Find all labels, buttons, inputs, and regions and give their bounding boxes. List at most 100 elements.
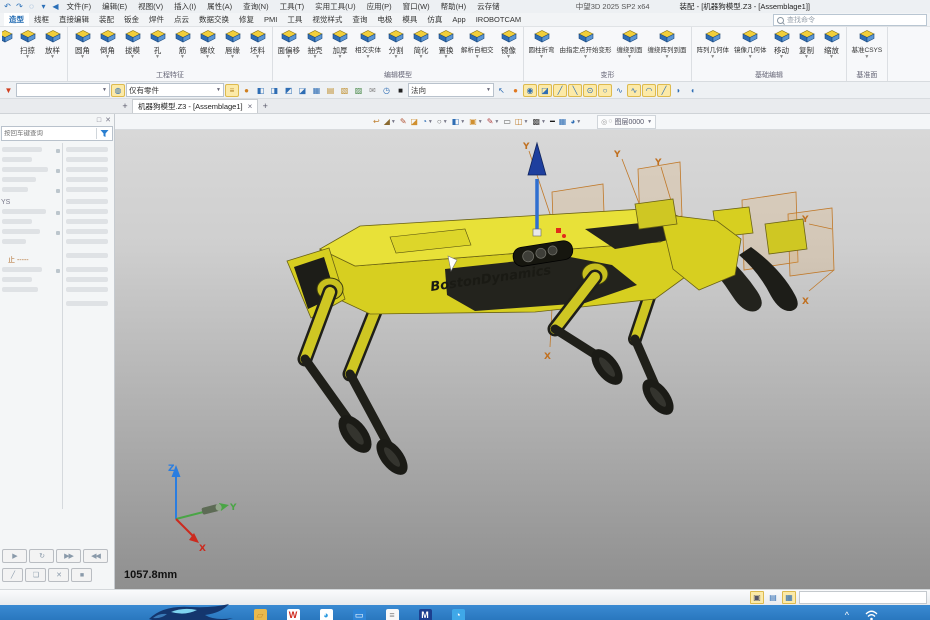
refresh-icon[interactable]: ◌ (26, 0, 37, 13)
wps-icon[interactable]: W (279, 605, 307, 620)
zoom-window-icon[interactable]: ▭ (503, 115, 511, 129)
tree-row-skeleton[interactable] (2, 209, 46, 214)
command-search-box[interactable]: 查找命令 (773, 14, 927, 26)
ribbon-button[interactable]: 相交实体▼ (353, 28, 384, 60)
new-tab-button[interactable]: + (258, 100, 272, 113)
tree-row-skeleton[interactable] (2, 287, 38, 292)
menu-item[interactable]: 视图(V) (133, 0, 169, 13)
tree-row-skeleton[interactable] (66, 253, 108, 258)
select-face-icon[interactable]: ◗ (672, 84, 685, 97)
ribbon-button[interactable]: 唇缘▼ (220, 28, 245, 60)
menu-item[interactable]: 工具(T) (274, 0, 310, 13)
menu-item[interactable]: 实用工具(U) (310, 0, 361, 13)
sketch-line-button[interactable]: ╱ (2, 568, 23, 582)
menu-item[interactable]: 文件(F) (61, 0, 97, 13)
ribbon-button[interactable]: 筋▼ (170, 28, 195, 60)
ribbon-button[interactable]: 镜像▼ (496, 28, 521, 60)
layer-control[interactable]: ◎○ 图层0000 ▼ (597, 115, 656, 129)
loop-play-button[interactable]: ↻ (29, 549, 54, 563)
tree-row-skeleton[interactable] (2, 239, 26, 244)
brush-icon[interactable]: ✎ (400, 115, 407, 129)
ribbon-tab[interactable]: App (447, 13, 470, 26)
ribbon-tab[interactable]: 模具 (397, 13, 422, 26)
document-tab-active[interactable]: 机器狗模型.Z3 - [Assemblage1] × (132, 99, 258, 113)
selection-filter-dropdown[interactable]: ▼ (16, 83, 110, 97)
snap-line2-icon[interactable]: ╲ (568, 84, 582, 97)
tree-row-skeleton[interactable] (66, 209, 108, 214)
wifi-icon[interactable] (865, 610, 878, 620)
menu-item[interactable]: 云存储 (472, 0, 506, 13)
pick-cursor-icon[interactable]: ↖ (495, 84, 508, 97)
wireframe-icon[interactable]: ○▼ (437, 115, 448, 129)
view-orient-icon[interactable]: ◔▼ (422, 115, 433, 129)
ribbon-tab[interactable]: 直接编辑 (54, 13, 94, 26)
tree-row-skeleton[interactable] (66, 167, 108, 172)
tree-item-stop[interactable]: 止 ----- (8, 255, 29, 265)
tree-row-skeleton[interactable] (66, 239, 108, 244)
menu-item[interactable]: 查询(N) (238, 0, 274, 13)
globe-bird-icon[interactable]: ◔ (444, 605, 472, 620)
tree-row-skeleton[interactable] (2, 177, 36, 182)
bulb-icon[interactable]: ◎ (601, 118, 607, 126)
filter-face-icon[interactable]: ◧ (254, 84, 267, 97)
menu-item[interactable]: 属性(A) (202, 0, 238, 13)
menu-item[interactable]: 帮助(H) (435, 0, 471, 13)
shaded-cube-icon[interactable]: ◧▼ (452, 115, 466, 129)
ribbon-button[interactable]: 缠绕到面▼ (614, 28, 645, 60)
ribbon-tab[interactable]: PMI (259, 13, 282, 26)
ribbon-button[interactable]: 螺纹▼ (195, 28, 220, 60)
image-icon[interactable]: ▨ (352, 84, 365, 97)
snap-ring-icon[interactable]: ○ (598, 84, 612, 97)
pick-mode-icon[interactable]: ◢▼ (384, 115, 396, 129)
select-face2-icon[interactable]: ◖ (686, 84, 699, 97)
tree-search-input[interactable] (2, 130, 96, 137)
zw3d-whale-logo[interactable] (143, 603, 238, 620)
orientation-dropdown[interactable]: 法向▼ (408, 83, 494, 97)
lock-icon[interactable]: ● (240, 84, 253, 97)
play-button[interactable]: ▶ (2, 549, 27, 563)
flip-page-button[interactable]: ❏ (25, 568, 46, 582)
frame-icon[interactable]: ▦ (559, 115, 567, 129)
split-view-icon[interactable]: ◫▼ (515, 115, 529, 129)
ribbon-button[interactable]: 缠绕阵列到面▼ (645, 28, 689, 60)
window-tile-icon[interactable]: ▣ (750, 591, 764, 604)
swatch-icon[interactable]: ■ (394, 84, 407, 97)
ribbon-button[interactable]: 面偏移▼ (275, 28, 303, 60)
scope-dropdown[interactable]: 仅有零件▼ (126, 83, 224, 97)
pin-panel-icon[interactable]: □ (97, 117, 101, 124)
tree-row-skeleton[interactable] (2, 157, 32, 162)
section-view-icon[interactable]: ▣▼ (469, 115, 483, 129)
ribbon-button[interactable]: 简化▼ (409, 28, 434, 60)
ribbon-button[interactable]: 阵列几何体▼ (694, 28, 732, 60)
ribbon-tab[interactable]: 修复 (234, 13, 259, 26)
filter-sketch-icon[interactable]: ▦ (310, 84, 323, 97)
ribbon-button[interactable]: 圆柱折弯▼ (526, 28, 557, 60)
tree-row-skeleton[interactable] (66, 187, 108, 192)
ribbon-tab[interactable]: 工具 (282, 13, 307, 26)
filter-edge-icon[interactable]: ◨ (268, 84, 281, 97)
globe-icon[interactable]: ◍ (111, 84, 125, 97)
folder-icon[interactable]: ▧ (338, 84, 351, 97)
color-swatch-button[interactable]: ■ (71, 568, 92, 582)
tree-row-skeleton[interactable] (66, 157, 108, 162)
layer-circle-icon[interactable]: ○ (608, 118, 612, 125)
m-app-icon[interactable]: M (411, 605, 439, 620)
selection-filter-funnel-icon[interactable]: ▼ (2, 84, 15, 97)
swirl-browser-icon[interactable]: ◕ (312, 605, 340, 620)
line-width-icon[interactable]: ━ (550, 115, 555, 129)
plane-icon[interactable]: ◪ (411, 115, 419, 129)
dropdown-caret-icon[interactable]: ▾ (38, 0, 49, 13)
snap-circle-icon[interactable]: ◉ (523, 84, 537, 97)
point-snap-icon[interactable]: ● (509, 84, 522, 97)
new-document-button[interactable]: + (118, 100, 132, 113)
ribbon-tab[interactable]: 钣金 (119, 13, 144, 26)
clock-icon[interactable]: ◷ (380, 84, 393, 97)
ribbon-button[interactable]: 放样▼ (40, 28, 65, 60)
ribbon-button-partial[interactable] (2, 28, 15, 46)
mail-icon[interactable]: ✉ (366, 84, 379, 97)
menu-item[interactable]: 插入(I) (169, 0, 202, 13)
tray-expand-caret[interactable]: ^ (845, 610, 849, 620)
ribbon-button[interactable]: 扫掠▼ (15, 28, 40, 60)
notepad-icon[interactable]: ≡ (378, 605, 406, 620)
ribbon-button[interactable]: 移动▼ (769, 28, 794, 60)
